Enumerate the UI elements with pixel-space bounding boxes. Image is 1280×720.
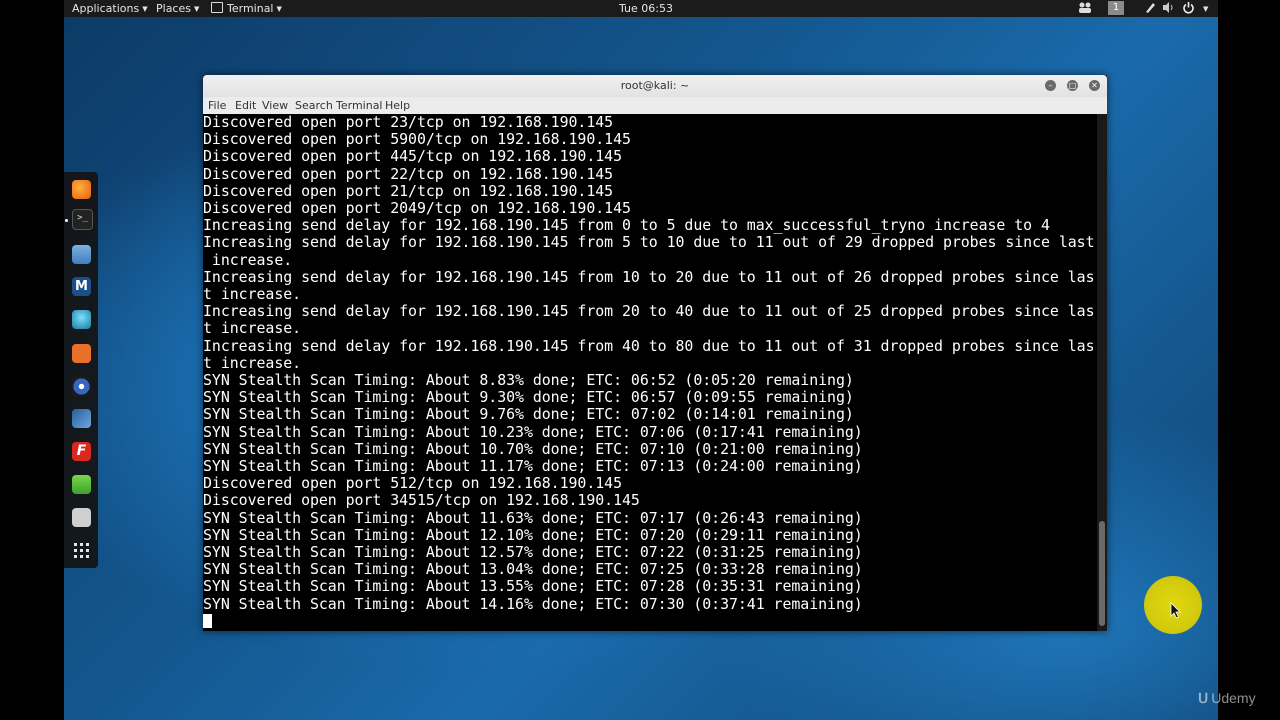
menu-help[interactable]: Help: [385, 99, 410, 112]
scrollbar-thumb[interactable]: [1099, 521, 1105, 626]
terminal-output[interactable]: Discovered open port 23/tcp on 192.168.1…: [203, 114, 1097, 631]
terminal-line: SYN Stealth Scan Timing: About 11.63% do…: [203, 508, 863, 527]
terminal-line: SYN Stealth Scan Timing: About 12.57% do…: [203, 543, 863, 562]
terminal-line: Increasing send delay for 192.168.190.14…: [203, 233, 1095, 252]
show-apps-icon[interactable]: [72, 541, 91, 560]
terminal-app-menu[interactable]: Terminal ▼: [211, 2, 282, 15]
terminal-line: Increasing send delay for 192.168.190.14…: [203, 267, 1095, 286]
terminal-icon: [211, 2, 223, 13]
terminal-app-label: Terminal: [227, 2, 274, 15]
terminal-line: Increasing send delay for 192.168.190.14…: [203, 336, 1095, 355]
menu-terminal[interactable]: Terminal: [336, 99, 383, 112]
terminal-line: SYN Stealth Scan Timing: About 10.23% do…: [203, 422, 863, 441]
pen-icon[interactable]: [1144, 1, 1156, 17]
clock[interactable]: Tue 06:53: [619, 2, 673, 15]
beef-icon[interactable]: [72, 409, 91, 428]
close-button[interactable]: ✕: [1089, 80, 1100, 91]
window-title: root@kali: ~: [620, 79, 690, 92]
dock: >_ M F: [64, 172, 98, 568]
places-label: Places: [156, 2, 191, 15]
terminal-line: Increasing send delay for 192.168.190.14…: [203, 216, 1050, 235]
watermark-label: Udemy: [1211, 690, 1256, 706]
files-icon[interactable]: [72, 245, 91, 264]
applications-menu[interactable]: Applications ▼: [72, 2, 148, 15]
udemy-logo-icon: ᑌ: [1198, 690, 1209, 706]
workspace-indicator[interactable]: 1: [1108, 1, 1124, 15]
terminal-line: SYN Stealth Scan Timing: About 14.16% do…: [203, 594, 863, 613]
terminal-icon[interactable]: >_: [72, 209, 93, 230]
terminal-line: Discovered open port 5900/tcp on 192.168…: [203, 130, 631, 149]
menu-search[interactable]: Search: [295, 99, 333, 112]
terminal-line: Discovered open port 21/tcp on 192.168.1…: [203, 181, 614, 200]
volume-icon[interactable]: [1162, 1, 1176, 17]
burpsuite-icon[interactable]: [72, 344, 91, 363]
window-titlebar[interactable]: root@kali: ~ – □ ✕: [203, 75, 1107, 97]
terminal-line: increase.: [203, 250, 293, 269]
faraday-icon[interactable]: F: [72, 442, 91, 461]
power-icon[interactable]: [1182, 1, 1195, 17]
terminal-line: Discovered open port 22/tcp on 192.168.1…: [203, 164, 614, 183]
applications-label: Applications: [72, 2, 140, 15]
terminal-window: root@kali: ~ – □ ✕ File Edit View Search…: [203, 75, 1107, 631]
letterbox-left: [0, 0, 64, 720]
terminal-line: Discovered open port 23/tcp on 192.168.1…: [203, 114, 614, 131]
maximize-button[interactable]: □: [1067, 80, 1078, 91]
top-panel: Applications ▼ Places ▼ Terminal ▼ Tue 06:5…: [64, 0, 1218, 17]
terminal-line: SYN Stealth Scan Timing: About 11.17% do…: [203, 457, 863, 476]
terminal-line: SYN Stealth Scan Timing: About 9.30% don…: [203, 388, 854, 407]
terminal-line: Discovered open port 445/tcp on 192.168.…: [203, 147, 623, 166]
network-icon[interactable]: [1078, 1, 1092, 17]
letterbox-right: [1218, 0, 1280, 720]
terminal-line: Increasing send delay for 192.168.190.14…: [203, 302, 1095, 321]
menu-view[interactable]: View: [262, 99, 288, 112]
menu-edit[interactable]: Edit: [235, 99, 256, 112]
firefox-icon[interactable]: [72, 180, 91, 199]
terminal-text: Discovered open port 23/tcp on 192.168.1…: [203, 114, 1097, 630]
chevron-down-icon: ▼: [276, 5, 282, 13]
maltego-icon[interactable]: [72, 377, 91, 396]
terminal-line: SYN Stealth Scan Timing: About 13.04% do…: [203, 560, 863, 579]
mouse-pointer-icon: [1170, 602, 1181, 619]
menubar: File Edit View Search Terminal Help: [203, 97, 1107, 114]
terminal-line: SYN Stealth Scan Timing: About 13.55% do…: [203, 577, 863, 596]
udemy-watermark: ᑌ Udemy: [1198, 690, 1256, 707]
active-indicator: [65, 219, 68, 222]
chevron-down-icon: ▼: [193, 5, 200, 13]
terminal-line: SYN Stealth Scan Timing: About 12.10% do…: [203, 525, 863, 544]
minimize-button[interactable]: –: [1045, 80, 1056, 91]
terminal-line: Discovered open port 34515/tcp on 192.16…: [203, 491, 640, 510]
terminal-line: t increase.: [203, 319, 302, 338]
terminal-line: SYN Stealth Scan Timing: About 9.76% don…: [203, 405, 854, 424]
terminal-line: Discovered open port 2049/tcp on 192.168…: [203, 199, 631, 218]
text-cursor: [203, 613, 212, 628]
terminal-line: Discovered open port 512/tcp on 192.168.…: [203, 474, 623, 493]
terminal-line: SYN Stealth Scan Timing: About 10.70% do…: [203, 439, 863, 458]
menu-file[interactable]: File: [208, 99, 226, 112]
scrollbar[interactable]: [1097, 114, 1107, 631]
screenshot-icon[interactable]: [72, 508, 91, 527]
terminal-line: SYN Stealth Scan Timing: About 8.83% don…: [203, 371, 854, 390]
terminal-line: t increase.: [203, 353, 302, 372]
places-menu[interactable]: Places ▼: [156, 2, 199, 15]
chevron-down-icon: ▼: [142, 5, 148, 13]
leafpad-icon[interactable]: [72, 475, 91, 494]
metasploit-icon[interactable]: M: [72, 277, 91, 296]
terminal-line: t increase.: [203, 285, 302, 304]
armitage-icon[interactable]: [72, 310, 91, 329]
chevron-down-icon[interactable]: ▼: [1200, 2, 1208, 15]
